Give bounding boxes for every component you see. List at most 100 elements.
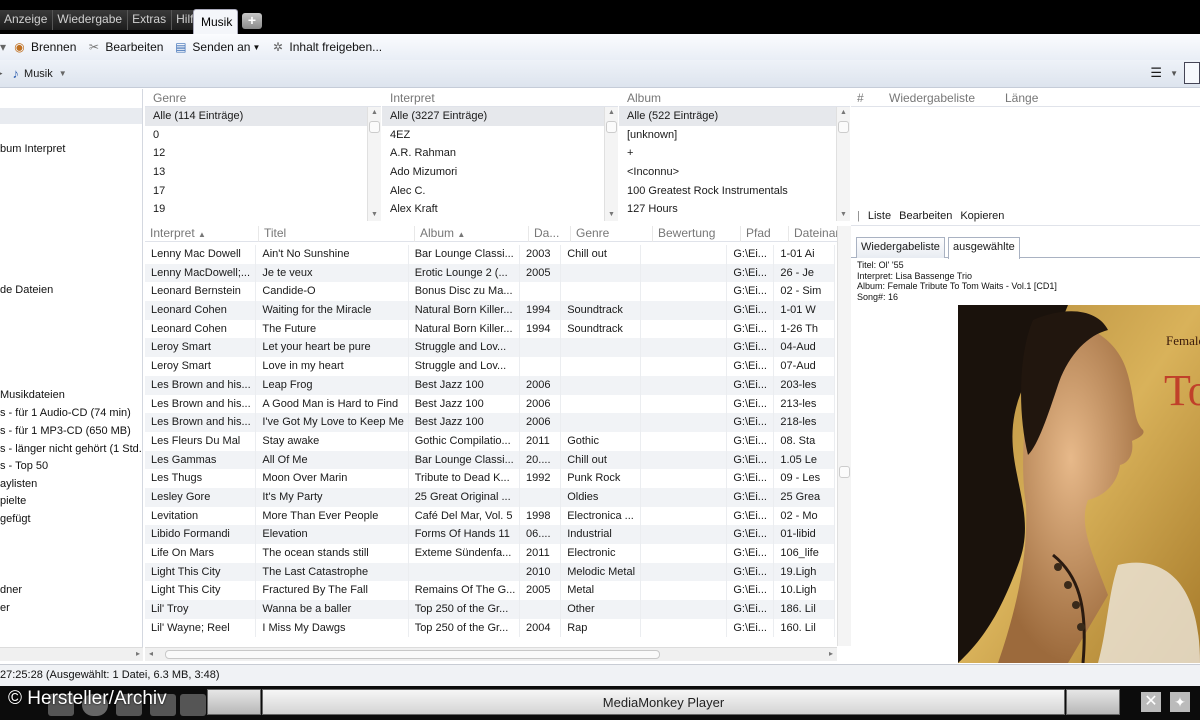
tree-item[interactable]: aylisten xyxy=(0,478,37,490)
scroll-thumb[interactable] xyxy=(838,121,849,133)
filter-row[interactable]: [unknown] xyxy=(619,126,850,145)
scroll-thumb[interactable] xyxy=(369,121,380,133)
track-list-hscrollbar[interactable]: ◂ ▸ xyxy=(145,647,837,661)
list-view-icon[interactable]: ☰ xyxy=(1150,65,1162,81)
filter-row[interactable]: 127 Hours xyxy=(619,200,850,219)
filter-row[interactable]: 12 xyxy=(145,144,381,163)
breadcrumb[interactable]: ♪ Musik ▼ xyxy=(13,66,67,81)
menu-anzeige[interactable]: Anzeige xyxy=(0,10,54,30)
filter-row[interactable]: 0 xyxy=(145,126,381,145)
burn-button[interactable]: ◉ Brennen xyxy=(12,40,76,55)
volume-control[interactable] xyxy=(1066,689,1120,715)
playlist-col-length[interactable]: Länge xyxy=(1003,91,1038,106)
table-row[interactable]: Life On Mars The ocean stands still Exteme… xyxy=(145,544,835,563)
table-row[interactable]: Leonard Cohen Waiting for the Miracle Natu… xyxy=(145,301,835,320)
scroll-up-icon[interactable]: ▲ xyxy=(605,107,618,119)
tree-item[interactable]: s - länger nicht gehört (1 Std. xyxy=(0,443,142,455)
scroll-down-icon[interactable]: ▼ xyxy=(368,209,381,221)
table-row[interactable]: Lenny MacDowell;... Je te veux Erotic Loun… xyxy=(145,263,835,283)
filter-row[interactable]: + xyxy=(619,144,850,163)
tab-playlist[interactable]: Wiedergabeliste xyxy=(856,237,945,258)
album-header[interactable]: Album xyxy=(619,89,850,107)
scroll-thumb[interactable] xyxy=(606,121,617,133)
table-row[interactable]: Light This City The Last Catastrophe 2010 M… xyxy=(145,562,835,582)
table-row[interactable]: Les Brown and his... I've Got My Love to … xyxy=(145,413,835,432)
scroll-thumb[interactable] xyxy=(165,650,660,659)
filter-row[interactable]: Alec C. xyxy=(382,182,618,201)
menu-wiedergabe[interactable]: Wiedergabe xyxy=(53,10,129,30)
filter-row[interactable]: 4EZ xyxy=(382,126,618,145)
tab-selected[interactable]: ausgewählte xyxy=(948,237,1020,259)
close-icon[interactable]: ✕ xyxy=(1141,692,1161,712)
edit-list-button[interactable]: Bearbeiten xyxy=(899,210,952,222)
chevron-right-icon[interactable]: ▸ xyxy=(0,68,3,79)
menu-extras[interactable]: Extras xyxy=(128,10,173,30)
col-path[interactable]: Pfad xyxy=(741,226,789,242)
tree-item[interactable]: Musikdateien xyxy=(0,389,65,401)
layout-pane-icon[interactable] xyxy=(1184,62,1200,84)
table-row[interactable]: Les Thugs Moon Over Marin Tribute to Dead … xyxy=(145,469,835,488)
table-row[interactable]: Lenny Mac Dowell Ain't No Sunshine Bar Lou… xyxy=(145,245,835,264)
add-tab-button[interactable]: + xyxy=(242,13,262,29)
tree-scrollbar[interactable]: ▸ xyxy=(0,647,143,661)
table-row[interactable]: Leonard Cohen The Future Natural Born Kill… xyxy=(145,319,835,339)
scroll-down-icon[interactable]: ▼ xyxy=(605,209,618,221)
chevron-left-icon[interactable]: ◂ xyxy=(149,649,153,658)
filter-row[interactable]: <Inconnu> xyxy=(619,163,850,182)
col-artist[interactable]: Interpret ▲ xyxy=(145,226,259,242)
scroll-thumb[interactable] xyxy=(839,466,850,478)
send-to-button[interactable]: ▤ Senden an ▼ xyxy=(173,40,260,55)
filter-row[interactable]: Alle (3227 Einträge) xyxy=(382,107,618,126)
album-scrollbar[interactable]: ▲ ▼ xyxy=(836,107,850,221)
seek-left-control[interactable] xyxy=(207,689,261,715)
tree-item[interactable]: s - für 1 MP3-CD (650 MB) xyxy=(0,425,131,437)
table-row[interactable]: Leroy Smart Love in my heart Struggle and … xyxy=(145,357,835,376)
chevron-down-icon[interactable]: ▾ xyxy=(0,40,12,54)
scroll-up-icon[interactable]: ▲ xyxy=(368,107,381,119)
filter-row[interactable]: 17 xyxy=(145,182,381,201)
genre-scrollbar[interactable]: ▲ ▼ xyxy=(367,107,381,221)
col-album[interactable]: Album ▲ xyxy=(415,226,529,242)
share-button[interactable]: ✲ Inhalt freigeben... xyxy=(270,40,382,55)
tree-item[interactable]: er xyxy=(0,602,10,614)
list-button[interactable]: Liste xyxy=(868,210,891,222)
filter-row[interactable]: 100 Greatest Rock Instrumentals xyxy=(619,182,850,201)
genre-header[interactable]: Genre xyxy=(145,89,381,107)
table-row[interactable]: Les Brown and his... A Good Man is Hard t… xyxy=(145,394,835,414)
col-genre[interactable]: Genre xyxy=(571,226,653,242)
filter-row[interactable]: A.R. Rahman xyxy=(382,144,618,163)
col-rating[interactable]: Bewertung xyxy=(653,226,741,242)
tree-item[interactable]: s - für 1 Audio-CD (74 min) xyxy=(0,407,131,419)
chevron-right-icon[interactable]: ▸ xyxy=(829,649,833,658)
tree-item[interactable]: dner xyxy=(0,584,22,596)
filter-row[interactable]: Alle (522 Einträge) xyxy=(619,107,850,126)
filter-row[interactable]: 13 xyxy=(145,163,381,182)
tree-item[interactable]: gefügt xyxy=(0,513,31,525)
table-row[interactable]: Les Brown and his... Leap Frog Best Jazz 1… xyxy=(145,375,835,395)
table-row[interactable]: Levitation More Than Ever People Café Del … xyxy=(145,506,835,526)
col-title[interactable]: Titel xyxy=(259,226,415,242)
track-list-scrollbar[interactable] xyxy=(837,226,851,646)
edit-button[interactable]: ✂ Bearbeiten xyxy=(86,40,164,55)
scroll-up-icon[interactable]: ▲ xyxy=(837,107,850,119)
table-row[interactable]: Lil' Troy Wanna be a baller Top 250 of the… xyxy=(145,600,835,619)
tree-item[interactable]: s - Top 50 xyxy=(0,460,48,472)
table-row[interactable]: Leroy Smart Let your heart be pure Struggl… xyxy=(145,338,835,358)
playlist-col-number[interactable]: # xyxy=(851,91,889,106)
table-row[interactable]: Les Fleurs Du Mal Stay awake Gothic Compil… xyxy=(145,431,835,451)
open-button[interactable] xyxy=(180,694,206,716)
col-date[interactable]: Da... xyxy=(529,226,571,242)
filter-row[interactable]: Ado Mizumori xyxy=(382,163,618,182)
scroll-down-icon[interactable]: ▼ xyxy=(837,209,850,221)
filter-row[interactable]: Alle (114 Einträge) xyxy=(145,107,381,126)
playlist-col-name[interactable]: Wiedergabeliste xyxy=(889,91,1003,106)
filter-row[interactable]: Alex Kraft xyxy=(382,200,618,219)
pin-icon[interactable]: ✦ xyxy=(1170,692,1190,712)
tree-item[interactable]: pielte xyxy=(0,495,26,507)
table-row[interactable]: Les Gammas All Of Me Bar Lounge Classi... 2… xyxy=(145,450,835,470)
tab-musik[interactable]: Musik xyxy=(193,9,238,34)
table-row[interactable]: Lil' Wayne; Reel I Miss My Dawgs Top 250 o… xyxy=(145,618,835,638)
tree-item[interactable]: de Dateien xyxy=(0,284,53,296)
artist-scrollbar[interactable]: ▲ ▼ xyxy=(604,107,618,221)
table-row[interactable]: Leonard Bernstein Candide-O Bonus Disc zu … xyxy=(145,282,835,302)
